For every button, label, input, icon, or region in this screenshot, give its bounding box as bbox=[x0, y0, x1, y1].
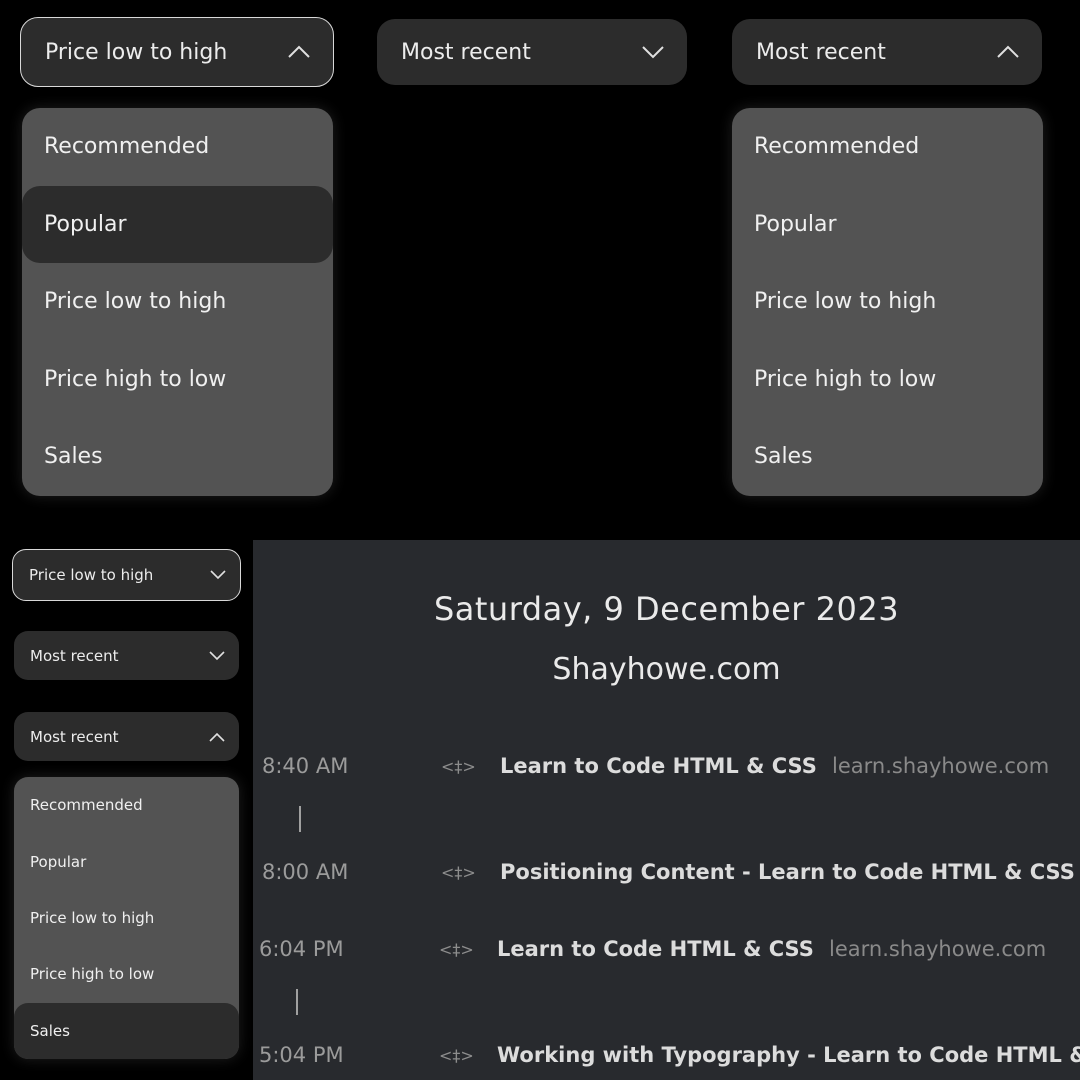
history-panel: Saturday, 9 December 2023 Shayhowe.com 8… bbox=[253, 540, 1080, 1080]
menu-option-price-high-low[interactable]: Price high to low bbox=[732, 341, 1043, 419]
code-icon: <‡> bbox=[441, 862, 476, 882]
small-select-1-value: Price low to high bbox=[29, 566, 154, 584]
history-site: Shayhowe.com bbox=[552, 652, 781, 687]
chevron-up-icon bbox=[287, 45, 311, 59]
sort-menu-a: Recommended Popular Price low to high Pr… bbox=[22, 108, 333, 496]
small-select-2[interactable]: Most recent bbox=[14, 631, 239, 680]
timeline-connector bbox=[296, 989, 298, 1015]
entry-domain: learn.shayhowe.com bbox=[832, 754, 1050, 778]
menu-option-price-high-low[interactable]: Price high to low bbox=[14, 946, 239, 1002]
code-icon: <‡> bbox=[441, 756, 476, 776]
entry-time: 5:04 PM bbox=[259, 1043, 344, 1067]
menu-option-popular[interactable]: Popular bbox=[732, 186, 1043, 264]
menu-option-price-low-high[interactable]: Price low to high bbox=[732, 263, 1043, 341]
sort-menu-c: Recommended Popular Price low to high Pr… bbox=[732, 108, 1043, 496]
menu-option-sales[interactable]: Sales bbox=[732, 418, 1043, 496]
small-select-3[interactable]: Most recent bbox=[14, 712, 239, 761]
code-icon: <‡> bbox=[439, 1045, 474, 1065]
small-select-3-value: Most recent bbox=[30, 727, 119, 746]
entry-time: 6:04 PM bbox=[259, 937, 344, 961]
entry-time: 8:40 AM bbox=[262, 754, 349, 778]
history-date: Saturday, 9 December 2023 bbox=[433, 590, 900, 628]
entry-title[interactable]: Learn to Code HTML & CSS bbox=[497, 937, 814, 961]
small-select-1[interactable]: Price low to high bbox=[12, 549, 241, 601]
small-sort-menu: Recommended Popular Price low to high Pr… bbox=[14, 777, 239, 1059]
chevron-down-icon bbox=[209, 650, 225, 661]
menu-option-recommended[interactable]: Recommended bbox=[14, 777, 239, 833]
entry-title[interactable]: Working with Typography - Learn to Code … bbox=[497, 1043, 1080, 1067]
menu-option-price-low-high[interactable]: Price low to high bbox=[22, 263, 333, 341]
entry-title[interactable]: Learn to Code HTML & CSS bbox=[500, 754, 817, 778]
menu-option-popular[interactable]: Popular bbox=[14, 833, 239, 889]
chevron-up-icon bbox=[996, 45, 1020, 59]
menu-option-popular[interactable]: Popular bbox=[22, 185, 333, 263]
menu-option-sales[interactable]: Sales bbox=[22, 418, 333, 496]
menu-option-price-low-high[interactable]: Price low to high bbox=[14, 890, 239, 946]
small-select-2-value: Most recent bbox=[30, 646, 119, 665]
sort-select-b[interactable]: Most recent bbox=[377, 19, 687, 85]
sort-select-c[interactable]: Most recent bbox=[732, 19, 1042, 85]
menu-option-recommended[interactable]: Recommended bbox=[732, 108, 1043, 186]
chevron-down-icon bbox=[210, 570, 226, 580]
entry-time: 8:00 AM bbox=[262, 860, 349, 884]
entry-title[interactable]: Positioning Content - Learn to Code HTML… bbox=[500, 860, 1075, 884]
timeline-connector bbox=[299, 806, 301, 832]
entry-domain: learn.shayhowe.com bbox=[829, 937, 1047, 961]
sort-select-a[interactable]: Price low to high bbox=[20, 17, 334, 87]
chevron-down-icon bbox=[641, 45, 665, 59]
menu-option-sales[interactable]: Sales bbox=[14, 1002, 239, 1059]
menu-option-recommended[interactable]: Recommended bbox=[22, 108, 333, 186]
menu-option-price-high-low[interactable]: Price high to low bbox=[22, 341, 333, 419]
chevron-up-icon bbox=[209, 732, 225, 742]
code-icon: <‡> bbox=[439, 939, 474, 959]
